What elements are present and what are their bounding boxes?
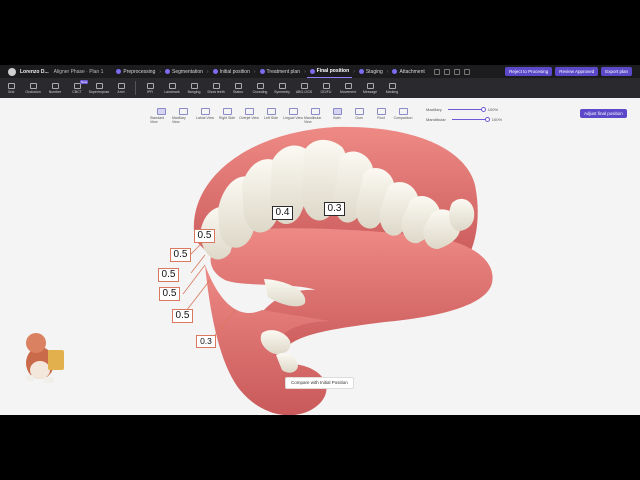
ipr-label[interactable]: 0.3 [324,202,345,216]
dental-3d-viewport[interactable]: IPR Space [0,65,640,415]
assistant-mascot [26,333,64,383]
ipr-label[interactable]: 0.3 [196,335,216,348]
ipr-label[interactable]: 0.5 [159,287,180,301]
ipr-label[interactable]: 0.4 [272,206,293,220]
ipr-label[interactable]: 0.5 [194,229,215,243]
ipr-label[interactable]: 0.5 [170,248,191,262]
ipr-label[interactable]: 0.5 [158,268,179,282]
app-window: Lorenzo D... Aligner Phase · Plan 1 Prep… [0,65,640,415]
ipr-label[interactable]: 0.5 [172,309,193,323]
compare-initial-position-button[interactable]: Compare with Initial Position [285,377,354,389]
